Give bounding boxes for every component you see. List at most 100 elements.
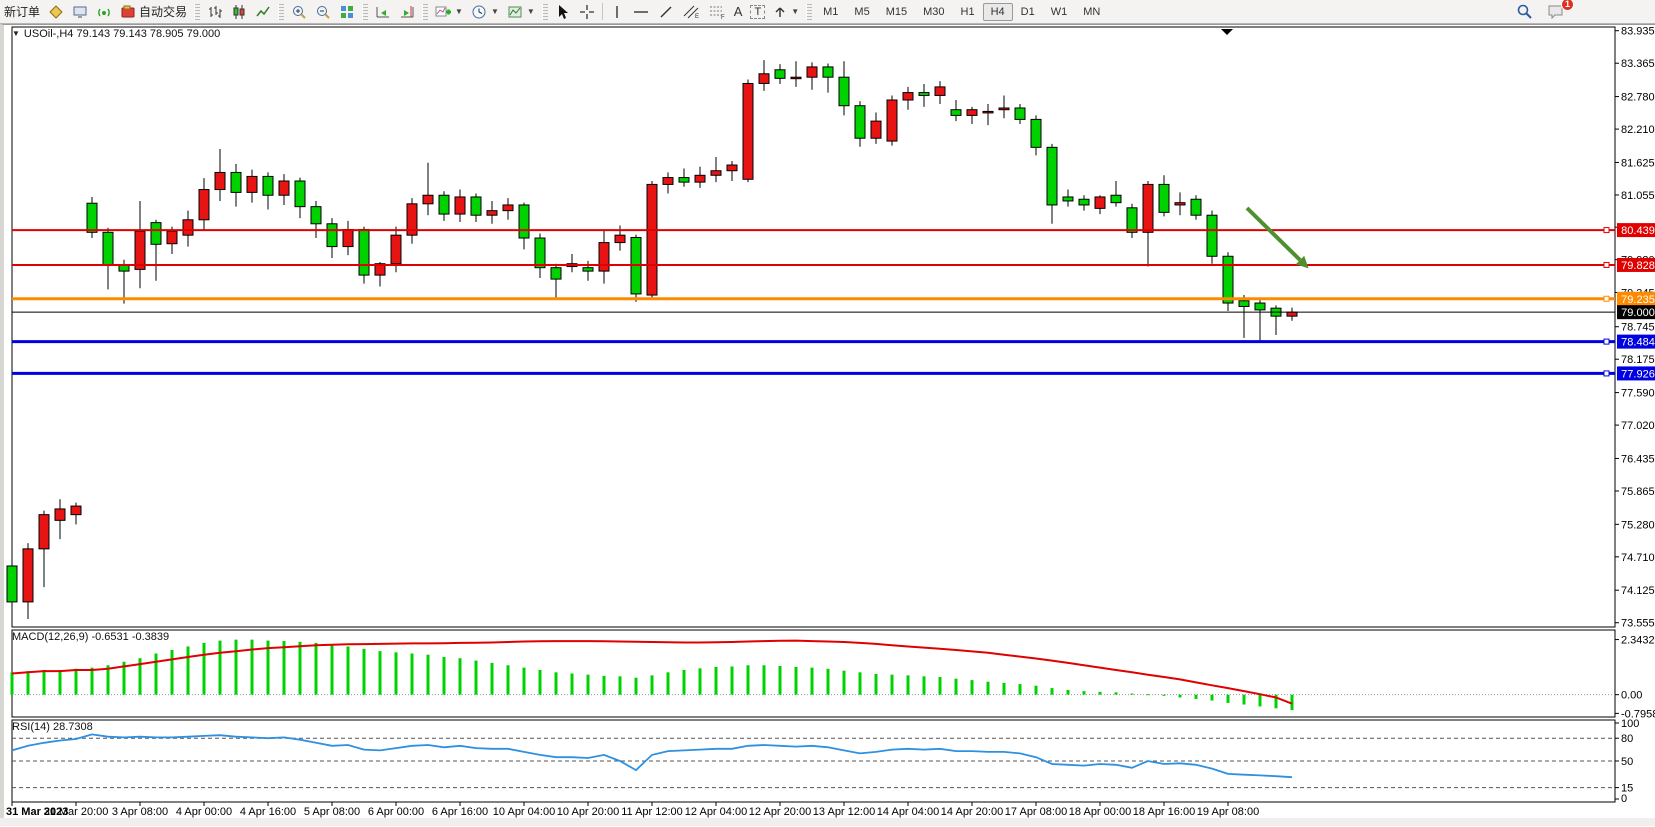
- indicators-button[interactable]: ▼: [431, 1, 467, 23]
- price-axis-label: 76.435: [1621, 453, 1655, 465]
- macd-axis-label: 2.3432: [1621, 635, 1655, 647]
- candle-body: [487, 211, 497, 216]
- notifications-button[interactable]: 1: [1543, 1, 1569, 23]
- fibonacci-tool-button[interactable]: F: [704, 1, 730, 23]
- price-axis-label: 75.280: [1621, 519, 1655, 531]
- price-line-handle[interactable]: [1604, 296, 1609, 301]
- price-line-handle[interactable]: [1604, 262, 1609, 267]
- timeframe-button-H1[interactable]: H1: [953, 3, 983, 21]
- timeframe-button-M30[interactable]: M30: [915, 3, 952, 21]
- notification-badge: 1: [1561, 0, 1574, 11]
- macd-histogram-bar: [1227, 695, 1230, 703]
- text-tool-button[interactable]: A: [730, 1, 747, 23]
- price-axis-label: 78.175: [1621, 354, 1655, 366]
- arrows-tool-button[interactable]: ▼: [769, 1, 803, 23]
- candle-body: [1127, 208, 1137, 233]
- tile-windows-button[interactable]: [335, 1, 359, 23]
- macd-histogram-bar: [411, 654, 414, 695]
- crosshair-icon: [579, 4, 595, 20]
- channel-tool-button[interactable]: E: [678, 1, 704, 23]
- macd-histogram-bar: [571, 674, 574, 695]
- macd-histogram-bar: [427, 655, 430, 695]
- cursor-button[interactable]: [551, 1, 575, 23]
- macd-histogram-bar: [1147, 694, 1150, 695]
- new-order-button[interactable]: 新订单: [0, 1, 44, 23]
- macd-histogram-bar: [971, 680, 974, 695]
- chart-window: 83.93583.36582.78082.21081.62581.05580.4…: [0, 24, 1655, 826]
- price-line-badge-label: 79.235: [1621, 294, 1655, 306]
- cursor-arrow-icon: [555, 4, 571, 20]
- candle-body: [695, 175, 705, 182]
- candle-body: [183, 220, 193, 235]
- macd-histogram-bar: [347, 646, 350, 694]
- templates-button[interactable]: ▼: [503, 1, 539, 23]
- candle-chart-mode-button[interactable]: [227, 1, 251, 23]
- zoom-out-button[interactable]: [311, 1, 335, 23]
- price-chart-canvas[interactable]: 83.93583.36582.78082.21081.62581.05580.4…: [4, 25, 1655, 827]
- crosshair-button[interactable]: [575, 1, 599, 23]
- candle-body: [615, 235, 625, 242]
- signals-button[interactable]: [92, 1, 116, 23]
- macd-histogram-bar: [171, 650, 174, 695]
- macd-histogram-bar: [923, 676, 926, 694]
- zoom-in-button[interactable]: [287, 1, 311, 23]
- time-axis-label: 6 Apr 16:00: [432, 806, 488, 818]
- label-tool-button[interactable]: T: [746, 1, 769, 23]
- candle-body: [199, 190, 209, 220]
- price-line-handle[interactable]: [1604, 339, 1609, 344]
- macd-histogram-bar: [1003, 683, 1006, 695]
- terminal-button[interactable]: [68, 1, 92, 23]
- macd-histogram-bar: [907, 675, 910, 694]
- price-axis-label: 82.780: [1621, 92, 1655, 104]
- timeframe-button-H4[interactable]: H4: [983, 3, 1013, 21]
- chart-symbol-title[interactable]: ▼USOil-,H4 79.143 79.143 78.905 79.000: [12, 28, 220, 40]
- timeframe-button-M5[interactable]: M5: [846, 3, 877, 21]
- timeframe-button-D1[interactable]: D1: [1013, 3, 1043, 21]
- price-line-handle[interactable]: [1604, 228, 1609, 233]
- trendline-tool-button[interactable]: [654, 1, 678, 23]
- timeframe-button-M15[interactable]: M15: [878, 3, 915, 21]
- timeframe-button-MN[interactable]: MN: [1075, 3, 1108, 21]
- macd-histogram-bar: [1179, 695, 1182, 698]
- bar-chart-mode-button[interactable]: [203, 1, 227, 23]
- price-line-handle[interactable]: [1604, 371, 1609, 376]
- line-chart-mode-button[interactable]: [251, 1, 275, 23]
- auto-scroll-icon: [375, 4, 391, 20]
- chart-menu-caret-icon[interactable]: ▼: [12, 29, 20, 38]
- tile-windows-icon: [339, 4, 355, 20]
- line-chart-icon: [255, 4, 271, 20]
- market-watch-button[interactable]: [44, 1, 68, 23]
- candle-body: [1175, 203, 1185, 205]
- arrows-icon: [773, 4, 787, 20]
- horizontal-line-tool-button[interactable]: [628, 1, 654, 23]
- auto-scroll-button[interactable]: [371, 1, 395, 23]
- time-axis-label: 10 Apr 20:00: [557, 806, 619, 818]
- time-axis-label: 12 Apr 20:00: [749, 806, 811, 818]
- time-axis-label: 12 Apr 04:00: [685, 806, 747, 818]
- search-button[interactable]: [1512, 1, 1537, 23]
- candle-body: [519, 205, 529, 238]
- macd-histogram-bar: [299, 642, 302, 695]
- price-axis-label: 78.745: [1621, 322, 1655, 334]
- macd-histogram-bar: [491, 663, 494, 695]
- macd-histogram-bar: [219, 641, 222, 695]
- timeframe-button-W1[interactable]: W1: [1043, 3, 1076, 21]
- candle-body: [759, 74, 769, 84]
- macd-histogram-bar: [779, 666, 782, 695]
- candle-body: [1111, 195, 1121, 202]
- macd-histogram-bar: [955, 679, 958, 695]
- time-axis-label: 13 Apr 12:00: [813, 806, 875, 818]
- candle-body: [935, 87, 945, 96]
- timeframe-button-M1[interactable]: M1: [815, 3, 846, 21]
- chart-shift-button[interactable]: [395, 1, 419, 23]
- auto-trading-button[interactable]: 自动交易: [116, 1, 191, 23]
- periods-button[interactable]: ▼: [467, 1, 503, 23]
- candle-body: [247, 176, 257, 192]
- macd-histogram-bar: [1163, 695, 1166, 696]
- toolbar-grip: [422, 4, 428, 20]
- candle-body: [647, 184, 657, 295]
- candle-body: [215, 172, 225, 189]
- price-line-badge-label: 77.926: [1621, 368, 1655, 380]
- vertical-line-tool-button[interactable]: [606, 1, 628, 23]
- macd-histogram-bar: [1243, 695, 1246, 705]
